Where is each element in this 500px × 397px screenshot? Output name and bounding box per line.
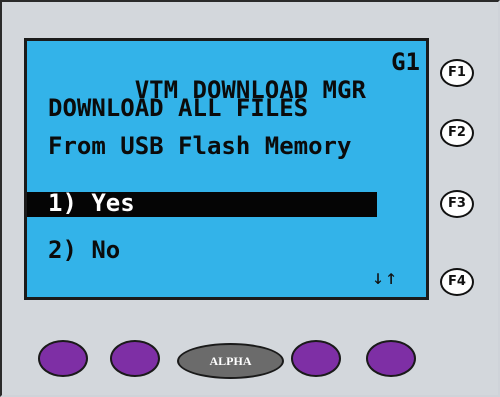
f4-key[interactable]: F4	[440, 268, 474, 296]
alpha-key[interactable]: ALPHA	[177, 343, 284, 379]
scroll-arrows-icon: ↓↑	[371, 265, 398, 289]
f2-key[interactable]: F2	[440, 119, 474, 147]
soft-key-4[interactable]	[291, 340, 341, 377]
f3-key[interactable]: F3	[440, 190, 474, 218]
screen-indicator: G1	[391, 48, 420, 76]
terminal-panel: VTM DOWNLOAD MGR G1 DOWNLOAD ALL FILES F…	[0, 0, 500, 397]
option-no[interactable]: 2) No	[48, 236, 420, 264]
screen-line-2: DOWNLOAD ALL FILES	[48, 94, 309, 122]
f1-key[interactable]: F1	[440, 59, 474, 87]
lcd-display: VTM DOWNLOAD MGR G1 DOWNLOAD ALL FILES F…	[24, 38, 429, 300]
soft-key-5[interactable]	[366, 340, 416, 377]
soft-key-2[interactable]	[110, 340, 160, 377]
soft-key-1[interactable]	[38, 340, 88, 377]
option-yes[interactable]: 1) Yes	[48, 189, 420, 217]
screen-line-3: From USB Flash Memory	[48, 132, 352, 160]
